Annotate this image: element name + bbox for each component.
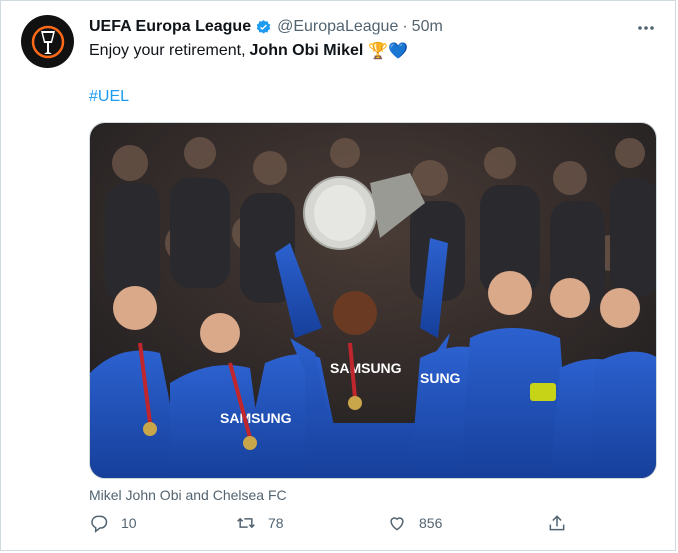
verified-badge-icon xyxy=(256,19,271,34)
reply-icon xyxy=(91,515,108,533)
like-icon xyxy=(390,517,404,531)
account-handle[interactable]: @EuropaLeague xyxy=(277,18,398,36)
account-name[interactable]: UEFA Europa League xyxy=(89,18,251,36)
photo-caption[interactable]: Mikel John Obi and Chelsea FC xyxy=(89,487,287,503)
svg-text:SAMSUNG: SAMSUNG xyxy=(330,360,402,376)
reply-button[interactable]: 10 xyxy=(89,513,137,533)
more-options-icon[interactable] xyxy=(637,15,655,36)
retweet-icon xyxy=(237,517,255,529)
retweet-count: 78 xyxy=(268,515,284,531)
tweet-photo[interactable]: SAMSUNG SAMSUNG SUNG xyxy=(89,122,657,479)
tweet-bold-name: John Obi Mikel xyxy=(249,42,364,59)
trophy-celebration-image: SAMSUNG SAMSUNG SUNG xyxy=(90,123,656,478)
hashtag-link[interactable]: #UEL xyxy=(89,88,129,106)
share-icon xyxy=(549,515,565,531)
like-count: 856 xyxy=(419,515,443,531)
retweet-button[interactable]: 78 xyxy=(236,513,284,533)
tweet-emoji: 🏆💙 xyxy=(368,43,409,60)
like-button[interactable]: 856 xyxy=(387,513,442,533)
uel-logo-icon xyxy=(31,25,64,58)
svg-text:SAMSUNG: SAMSUNG xyxy=(220,410,292,426)
reply-count: 10 xyxy=(121,515,137,531)
tweet-text-prefix: Enjoy your retirement, xyxy=(89,42,246,59)
svg-text:SUNG: SUNG xyxy=(420,370,461,386)
avatar[interactable] xyxy=(21,15,74,68)
tweet-actions: 10 78 856 xyxy=(89,513,569,541)
timestamp[interactable]: 50m xyxy=(412,18,443,36)
tweet-header: UEFA Europa League @EuropaLeague · 50m xyxy=(89,16,635,38)
share-button[interactable] xyxy=(547,513,567,533)
separator-dot: · xyxy=(402,18,408,35)
tweet-card[interactable]: UEFA Europa League @EuropaLeague · 50m E… xyxy=(0,0,676,551)
tweet-text: Enjoy your retirement, John Obi Mikel 🏆💙 xyxy=(89,41,408,61)
